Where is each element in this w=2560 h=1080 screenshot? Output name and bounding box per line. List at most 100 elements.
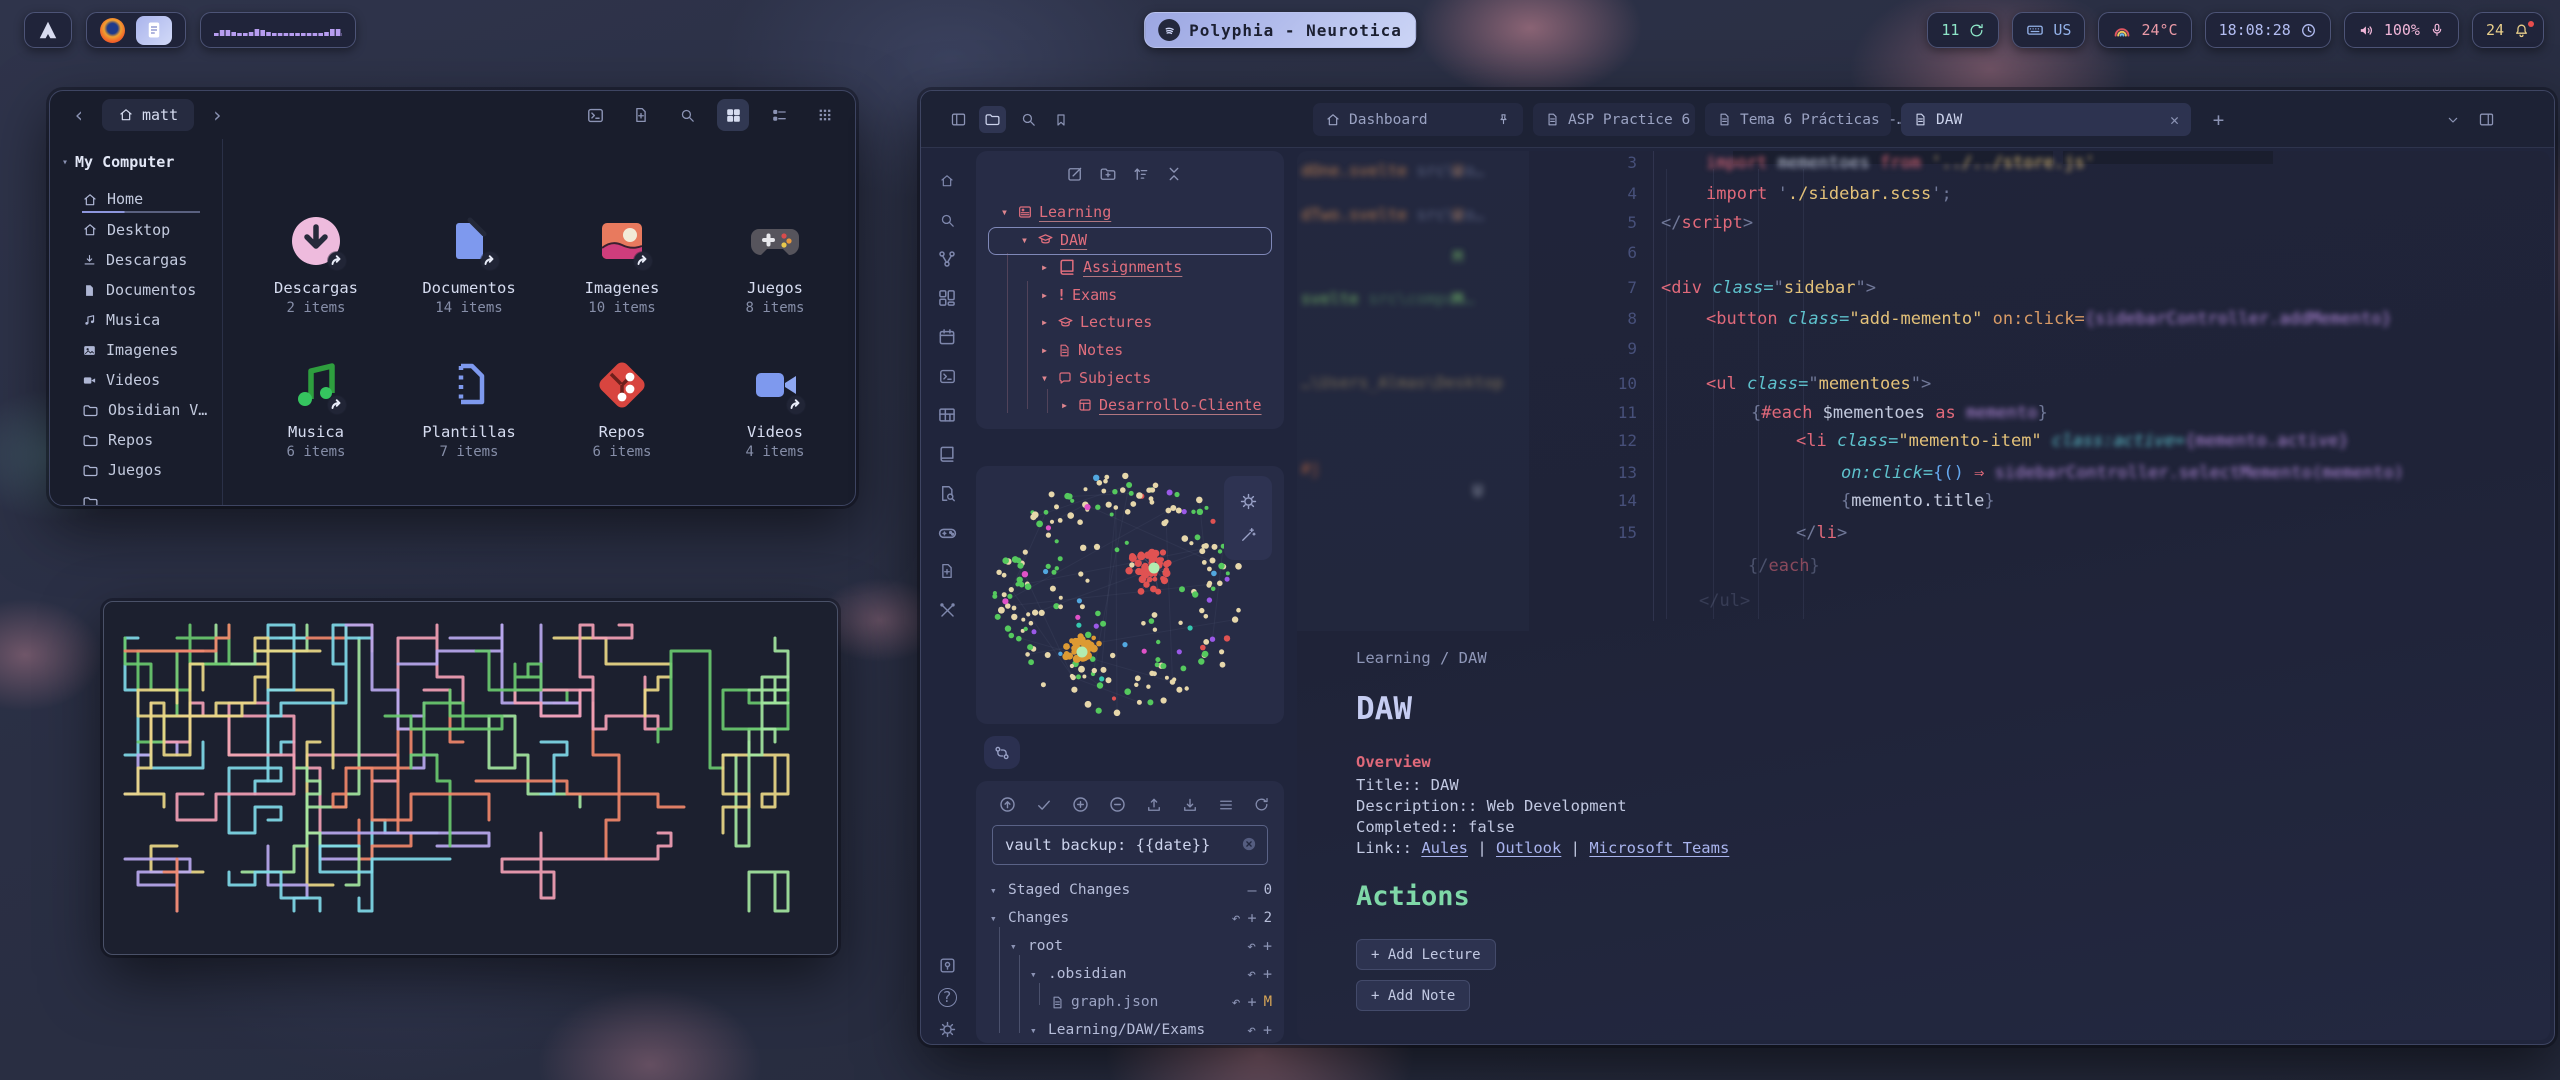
sidebar-item-juegos[interactable]: Juegos <box>50 455 222 485</box>
tab-dashboard[interactable]: Dashboard <box>1313 103 1523 136</box>
sidebar-item-desktop[interactable]: Desktop <box>50 215 222 245</box>
folder-imagenes[interactable]: Imagenes10 items <box>557 213 687 316</box>
git-row-root[interactable]: ▾root↶+ <box>990 933 1272 959</box>
collapse-all-icon[interactable] <box>1165 165 1183 183</box>
git-row--obsidian[interactable]: ▾.obsidian↶+ <box>990 961 1272 987</box>
sidebar-item-videos[interactable]: Videos <box>50 365 222 395</box>
tree-item-subjects[interactable]: ▾Subjects <box>1038 365 1151 391</box>
document-app-icon[interactable] <box>136 16 172 45</box>
plus-icon[interactable]: + <box>1263 1023 1272 1038</box>
chevron-down-icon[interactable]: ▾ <box>1018 233 1031 247</box>
link-outlook[interactable]: Outlook <box>1496 839 1561 857</box>
ribbon-docplus-icon[interactable] <box>936 560 958 582</box>
ribbon-gamepad-icon[interactable] <box>936 521 958 543</box>
notifications-pill[interactable]: 24 <box>2472 12 2544 48</box>
chevron-down-icon[interactable]: ▾ <box>998 205 1011 219</box>
add-note-button[interactable]: + Add Note <box>1356 980 1470 1011</box>
unstage-all-icon[interactable] <box>1108 795 1127 814</box>
commit-all-icon[interactable] <box>1035 795 1053 814</box>
ribbon-book-icon[interactable] <box>936 443 958 465</box>
ribbon-calendar-icon[interactable] <box>936 326 958 348</box>
sidebar-item-documentos[interactable]: Documentos <box>50 275 222 305</box>
back-button[interactable]: ‹ <box>64 100 94 130</box>
volume-pill[interactable]: 100% <box>2344 12 2459 48</box>
chevron-down-icon[interactable]: ▾ <box>1010 940 1022 953</box>
sidebar-item-imagenes[interactable]: Imagenes <box>50 335 222 365</box>
ribbon-tools-icon[interactable] <box>936 599 958 621</box>
change-layout-icon[interactable] <box>1217 795 1235 814</box>
list-view-button[interactable] <box>763 99 795 131</box>
git-row-staged-changes[interactable]: ▾Staged Changes—0 <box>990 877 1272 903</box>
sidebar-item-home[interactable]: Home <box>50 185 222 215</box>
music-widget[interactable]: Polyphia - Neurotica <box>1144 12 1416 48</box>
sidebar-item-musica[interactable]: Musica <box>50 305 222 335</box>
ribbon-settings-icon[interactable] <box>936 1018 958 1040</box>
git-row-learning-daw-exams[interactable]: ▾Learning/DAW/Exams↶+ <box>990 1017 1272 1043</box>
clock-pill[interactable]: 18:08:28 <box>2205 12 2331 48</box>
tree-item-assignments[interactable]: ▸Assignments <box>1038 254 1182 280</box>
git-row-graph-json[interactable]: graph.json↶+M <box>990 989 1272 1015</box>
new-folder-icon[interactable] <box>1099 165 1117 183</box>
sort-icon[interactable] <box>1132 165 1150 183</box>
grid-view-button[interactable] <box>717 99 749 131</box>
tree-item-daw[interactable]: ▾DAW <box>1018 227 1087 253</box>
bookmarks-tab-icon[interactable] <box>1047 106 1074 133</box>
git-view-button[interactable] <box>984 736 1020 769</box>
undo-icon[interactable]: ↶ <box>1232 995 1241 1010</box>
compact-view-button[interactable] <box>809 99 841 131</box>
ribbon-help-icon[interactable]: ? <box>936 986 958 1008</box>
ribbon-vault-switcher-icon[interactable] <box>936 954 958 976</box>
sidebar-toggle-icon[interactable] <box>945 106 972 133</box>
commit-message-input[interactable] <box>992 825 1268 865</box>
chevron-down-icon[interactable]: ▾ <box>990 884 1002 897</box>
ribbon-search-icon[interactable] <box>936 209 958 231</box>
folder-musica[interactable]: Musica6 items <box>251 357 381 460</box>
sidebar-header[interactable]: ▾ My Computer <box>50 153 222 171</box>
tree-item-lectures[interactable]: ▸Lectures <box>1038 309 1152 335</box>
undo-icon[interactable]: ↶ <box>1247 967 1256 982</box>
folder-juegos[interactable]: Juegos8 items <box>710 213 840 316</box>
link-aules[interactable]: Aules <box>1421 839 1468 857</box>
add-lecture-button[interactable]: + Add Lecture <box>1356 939 1496 970</box>
weather-pill[interactable]: 24°C <box>2098 12 2191 48</box>
location-breadcrumb[interactable]: matt <box>102 99 194 131</box>
close-tab-icon[interactable]: ✕ <box>2170 111 2179 129</box>
undo-icon[interactable]: ↶ <box>1247 1023 1256 1038</box>
chevron-right-icon[interactable]: ▸ <box>1038 343 1051 357</box>
ribbon-table-icon[interactable] <box>936 404 958 426</box>
ribbon-home-icon[interactable] <box>936 170 958 192</box>
folder-videos[interactable]: Videos4 items <box>710 357 840 460</box>
git-row-changes[interactable]: ▾Changes↶+2 <box>990 905 1272 931</box>
chevron-right-icon[interactable]: ▸ <box>1038 288 1051 302</box>
sidebar-item-obsidian-v-[interactable]: Obsidian V… <box>50 395 222 425</box>
firefox-icon[interactable] <box>100 18 125 43</box>
tree-item-desarrollo-cliente[interactable]: ▸Desarrollo-Cliente <box>1058 392 1262 418</box>
stage-all-icon[interactable] <box>1071 795 1090 814</box>
files-tab-icon[interactable] <box>979 106 1006 133</box>
ribbon-graphfork-icon[interactable] <box>936 248 958 270</box>
refresh-icon[interactable] <box>1253 795 1270 814</box>
folder-documentos[interactable]: Documentos14 items <box>404 213 534 316</box>
folder-repos[interactable]: Repos6 items <box>557 357 687 460</box>
tree-item-exams[interactable]: ▸!Exams <box>1038 282 1117 308</box>
updates-pill[interactable]: 11 <box>1927 12 1999 48</box>
search-button[interactable] <box>671 99 703 131</box>
chevron-right-icon[interactable]: ▸ <box>1038 260 1051 274</box>
sidebar-item-descargas[interactable]: Descargas <box>50 245 222 275</box>
open-terminal-button[interactable] <box>579 99 611 131</box>
tab-list-chevron-icon[interactable] <box>2439 106 2466 133</box>
ribbon-docsearch-icon[interactable] <box>936 482 958 504</box>
sidebar-item-repos[interactable]: Repos <box>50 425 222 455</box>
chevron-down-icon[interactable]: ▾ <box>1038 371 1051 385</box>
note-breadcrumb[interactable]: Learning / DAW <box>1356 649 1487 667</box>
push-icon[interactable] <box>1145 795 1163 814</box>
search-tab-icon[interactable] <box>1015 106 1042 133</box>
ribbon-termbox-icon[interactable] <box>936 365 958 387</box>
chevron-down-icon[interactable]: ▾ <box>1030 968 1042 981</box>
plus-icon[interactable]: + <box>1248 995 1257 1010</box>
folder-plantillas[interactable]: Plantillas7 items <box>404 357 534 460</box>
tree-item-notes[interactable]: ▸Notes <box>1038 337 1123 363</box>
tab-asp-practice[interactable]: ASP Practice 6 <box>1533 103 1695 136</box>
split-layout-icon[interactable] <box>2473 106 2500 133</box>
tab-daw[interactable]: DAW ✕ <box>1901 103 2191 136</box>
